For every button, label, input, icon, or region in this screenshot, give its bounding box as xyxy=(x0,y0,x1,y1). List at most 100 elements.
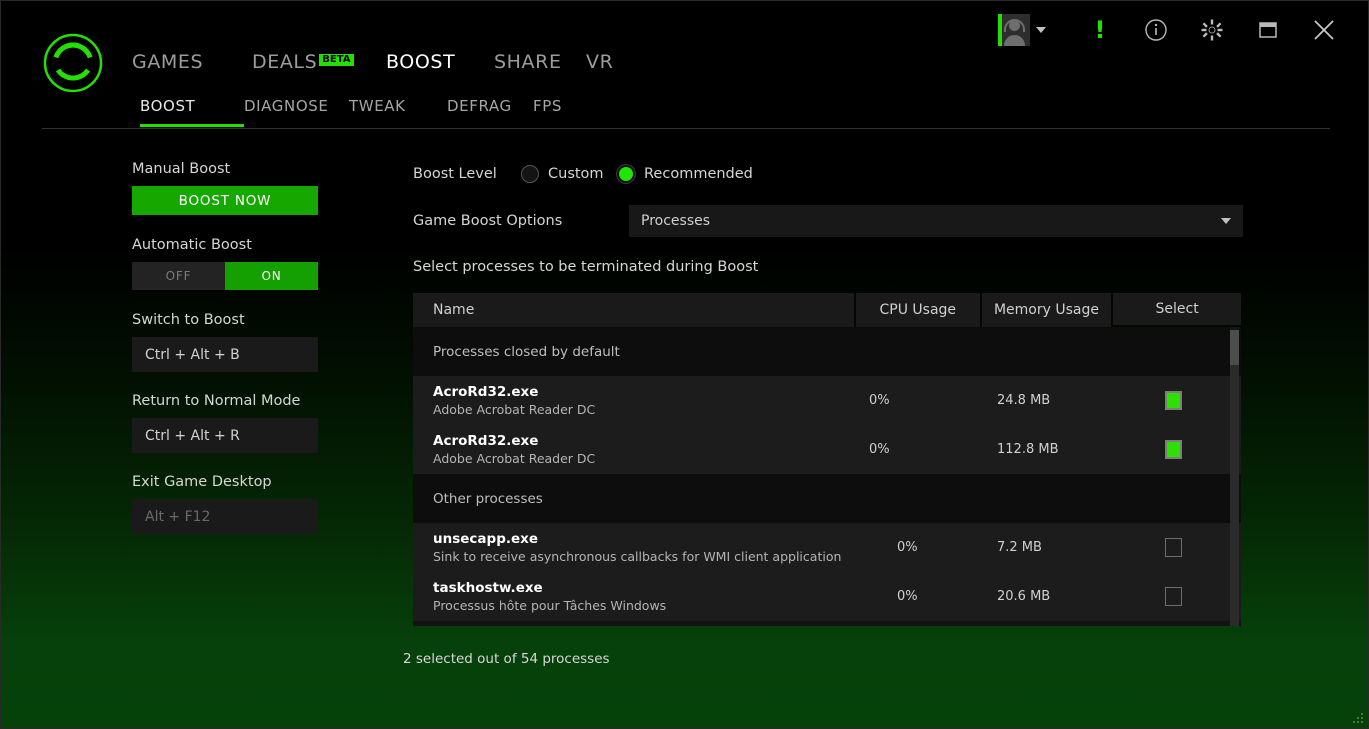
boost-content: Boost Level Custom Recommended Game Boos… xyxy=(413,161,1243,667)
process-name-cell: taskhostw.exe Processus hôte pour Tâches… xyxy=(413,580,883,614)
account-menu[interactable] xyxy=(998,14,1046,46)
nav-label: SHARE xyxy=(494,51,562,73)
toggle-on-option[interactable]: ON xyxy=(225,262,318,290)
close-icon[interactable] xyxy=(1296,1,1352,59)
table-header-row: Name CPU Usage Memory Usage Select xyxy=(413,293,1241,327)
exit-game-desktop-label: Exit Game Desktop xyxy=(132,474,327,490)
scrollbar-track[interactable] xyxy=(1230,365,1239,626)
memory-usage-cell: 20.6 MB xyxy=(979,589,1109,604)
window-controls: ! xyxy=(998,1,1368,59)
column-header-name[interactable]: Name xyxy=(413,293,854,327)
boost-sidebar: Manual Boost BOOST NOW Automatic Boost O… xyxy=(132,161,327,555)
process-name: unsecapp.exe xyxy=(433,531,883,548)
tab-diagnose[interactable]: DIAGNOSE xyxy=(244,97,349,127)
table-row[interactable]: AcroRd32.exe Adobe Acrobat Reader DC 0% … xyxy=(413,376,1241,425)
boost-level-radio-group: Custom Recommended xyxy=(521,165,753,183)
switch-to-boost-label: Switch to Boost xyxy=(132,312,327,328)
return-to-normal-label: Return to Normal Mode xyxy=(132,393,327,409)
column-header-memory-usage[interactable]: Memory Usage xyxy=(982,293,1112,327)
tab-label: DIAGNOSE xyxy=(244,97,328,115)
nav-label: VR xyxy=(586,51,613,73)
nav-label: GAMES xyxy=(132,51,203,73)
radio-option-custom[interactable]: Custom xyxy=(521,165,617,183)
table-row[interactable]: unsecapp.exe Sink to receive asynchronou… xyxy=(413,523,1241,572)
exit-game-desktop-hotkey-input[interactable]: Alt + F12 xyxy=(132,499,318,534)
nav-item-games[interactable]: GAMES xyxy=(132,51,252,73)
row-checkbox[interactable] xyxy=(1165,538,1182,557)
gear-icon[interactable] xyxy=(1184,1,1240,59)
main-navigation: GAMES DEALSBETA BOOST SHARE VR xyxy=(132,51,613,73)
cpu-usage-cell: 0% xyxy=(883,589,979,604)
process-name: AcroRd32.exe xyxy=(433,384,855,401)
nav-divider xyxy=(42,128,1330,129)
tab-tweak[interactable]: TWEAK xyxy=(349,97,447,127)
nav-item-boost[interactable]: BOOST xyxy=(386,51,494,73)
tab-boost[interactable]: BOOST xyxy=(140,97,244,127)
process-description: Adobe Acrobat Reader DC xyxy=(433,450,855,467)
cpu-usage-cell: 0% xyxy=(883,540,979,555)
boost-level-label: Boost Level xyxy=(413,166,521,182)
switch-to-boost-hotkey-input[interactable]: Ctrl + Alt + B xyxy=(132,337,318,372)
select-cell xyxy=(1109,538,1237,557)
info-circle-icon[interactable] xyxy=(1128,1,1184,59)
radio-label: Custom xyxy=(548,166,604,182)
boost-now-button[interactable]: BOOST NOW xyxy=(132,186,318,215)
process-description: Processus hôte pour Tâches Windows xyxy=(433,597,883,614)
table-row[interactable]: AcroRd32.exe Adobe Acrobat Reader DC 0% … xyxy=(413,425,1241,474)
exclamation-icon[interactable]: ! xyxy=(1072,1,1128,59)
row-checkbox[interactable] xyxy=(1165,587,1182,606)
resize-grip[interactable] xyxy=(1353,713,1363,723)
column-header-cpu-usage[interactable]: CPU Usage xyxy=(856,293,980,327)
minimize-window-icon[interactable] xyxy=(1240,1,1296,59)
process-selection-hint: Select processes to be terminated during… xyxy=(413,259,1243,275)
boost-level-row: Boost Level Custom Recommended xyxy=(413,161,1243,187)
tab-defrag[interactable]: DEFRAG xyxy=(447,97,533,127)
game-boost-options-select[interactable]: Processes xyxy=(629,205,1243,237)
select-cell xyxy=(1109,587,1237,606)
row-checkbox[interactable] xyxy=(1165,440,1182,459)
nav-label: BOOST xyxy=(386,51,455,73)
tab-label: FPS xyxy=(533,97,562,115)
chevron-down-icon[interactable] xyxy=(1221,218,1231,224)
tab-fps[interactable]: FPS xyxy=(533,97,562,127)
tab-label: BOOST xyxy=(140,97,195,115)
process-name: taskhostw.exe xyxy=(433,580,883,597)
nav-item-vr[interactable]: VR xyxy=(586,51,613,73)
column-header-select[interactable]: Select xyxy=(1113,293,1241,325)
process-name-cell: AcroRd32.exe Adobe Acrobat Reader DC xyxy=(413,384,855,418)
game-boost-options-row: Game Boost Options Processes xyxy=(413,205,1243,237)
select-cell xyxy=(1109,440,1237,459)
table-scrollbar[interactable] xyxy=(1230,327,1239,626)
nav-item-deals[interactable]: DEALSBETA xyxy=(252,51,386,73)
nav-item-share[interactable]: SHARE xyxy=(494,51,586,73)
memory-usage-cell: 24.8 MB xyxy=(979,393,1109,408)
table-row[interactable]: taskhostw.exe Processus hôte pour Tâches… xyxy=(413,572,1241,621)
toggle-off-option[interactable]: OFF xyxy=(132,262,225,290)
sub-navigation: BOOST DIAGNOSE TWEAK DEFRAG FPS xyxy=(140,97,562,127)
return-to-normal-hotkey-input[interactable]: Ctrl + Alt + R xyxy=(132,418,318,453)
select-value: Processes xyxy=(641,213,710,229)
chevron-down-icon[interactable] xyxy=(1036,27,1046,33)
select-cell xyxy=(1109,391,1237,410)
automatic-boost-toggle[interactable]: OFF ON xyxy=(132,262,318,290)
game-boost-options-label: Game Boost Options xyxy=(413,213,629,229)
row-checkbox[interactable] xyxy=(1165,391,1182,410)
razer-cortex-logo-icon xyxy=(42,32,104,94)
memory-usage-cell: 112.8 MB xyxy=(979,442,1109,457)
radio-custom-icon[interactable] xyxy=(521,165,539,183)
tab-label: TWEAK xyxy=(349,97,406,115)
automatic-boost-label: Automatic Boost xyxy=(132,237,327,253)
cpu-usage-cell: 0% xyxy=(855,442,979,457)
process-description: Sink to receive asynchronous callbacks f… xyxy=(433,548,883,565)
razer-cortex-window: ! xyxy=(0,0,1369,729)
tab-label: DEFRAG xyxy=(447,97,512,115)
selection-summary: 2 selected out of 54 processes xyxy=(403,651,1243,667)
process-table: Name CPU Usage Memory Usage Select Proce… xyxy=(413,293,1241,626)
user-headset-icon[interactable] xyxy=(998,14,1030,46)
radio-option-recommended[interactable]: Recommended xyxy=(617,165,753,183)
radio-recommended-icon[interactable] xyxy=(617,165,635,183)
scrollbar-thumb[interactable] xyxy=(1230,330,1239,365)
process-description: Adobe Acrobat Reader DC xyxy=(433,401,855,418)
process-name-cell: AcroRd32.exe Adobe Acrobat Reader DC xyxy=(413,433,855,467)
manual-boost-label: Manual Boost xyxy=(132,161,327,177)
